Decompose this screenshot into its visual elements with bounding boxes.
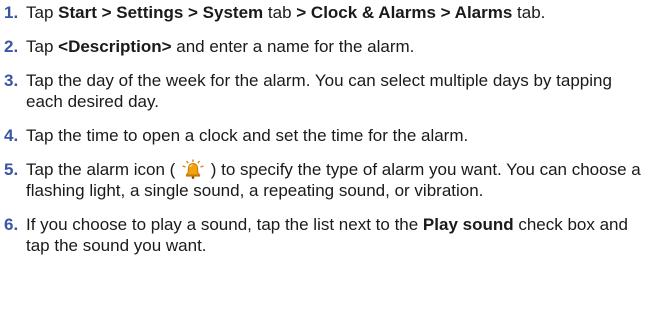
step-number: 1. [4,3,19,22]
step-text-bold: Start > Settings > System [58,3,264,22]
step-5: 5. Tap the alarm icon ( ) to specify the… [4,159,647,201]
step-3: 3. Tap the day of the week for the alarm… [4,70,647,112]
step-text-plain: If you choose to play a sound, tap the l… [26,215,423,234]
instruction-steps: 1. Tap Start > Settings > System tab > C… [0,0,651,325]
step-text-bold: > Clock & Alarms > Alarms [296,3,513,22]
step-text: Tap the time to open a clock and set the… [26,125,647,146]
step-text-bold: <Description> [58,37,172,56]
step-4: 4. Tap the time to open a clock and set … [4,125,647,146]
step-2: 2. Tap <Description> and enter a name fo… [4,36,647,57]
step-number: 5. [4,160,19,179]
step-number: 4. [4,126,19,145]
step-text: Tap the day of the week for the alarm. Y… [26,70,647,112]
step-text: Tap <Description> and enter a name for t… [26,36,647,57]
step-text: Tap Start > Settings > System tab > Cloc… [26,2,647,23]
step-text: Tap the alarm icon ( ) to specify the ty… [26,159,647,201]
step-text-plain: Tap [26,37,59,56]
step-number: 6. [4,215,19,234]
step-text-plain: Tap the day of the week for the alarm. Y… [26,71,612,111]
step-text: If you choose to play a sound, tap the l… [26,214,647,256]
step-text-plain: tab [263,3,297,22]
step-text-plain: Tap the alarm icon ( [26,160,181,179]
step-number: 2. [4,37,19,56]
step-6: 6. If you choose to play a sound, tap th… [4,214,647,256]
step-number: 3. [4,71,19,90]
step-text-plain: and enter a name for the alarm. [171,37,415,56]
step-text-plain: tab. [512,3,546,22]
step-text-plain: Tap [26,3,59,22]
alarm-bell-icon [180,159,206,179]
step-text-bold: Play sound [422,215,514,234]
step-text-plain: Tap the time to open a clock and set the… [26,126,469,145]
step-1: 1. Tap Start > Settings > System tab > C… [4,2,647,23]
